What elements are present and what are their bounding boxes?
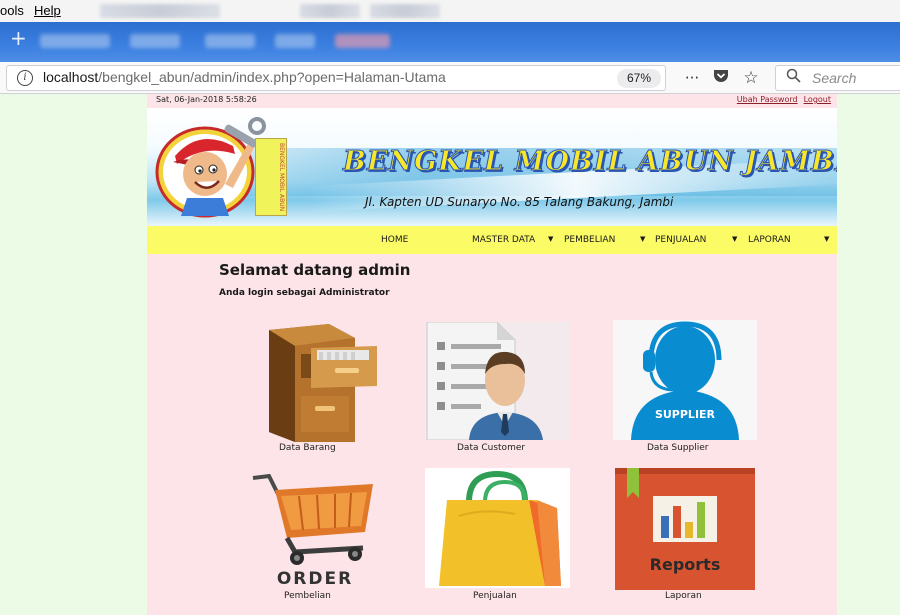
blurred-tab-active[interactable] [335,34,390,48]
tile-label-data-barang[interactable]: Data Barang [279,443,336,453]
navigation-toolbar: i localhost/bengkel_abun/admin/index.php… [0,62,900,94]
nav-pembelian[interactable]: PEMBELIAN [564,235,615,245]
header-banner: BENGKEL MOBIL ABUN BENGKEL MOBIL ABUN JA… [147,108,837,226]
tile-laporan[interactable]: Reports [613,468,757,590]
supplier-headset-icon: SUPPLIER [631,321,739,440]
site-address: Jl. Kapten UD Sunaryo No. 85 Talang Baku… [365,195,674,209]
tile-data-supplier[interactable]: SUPPLIER [613,320,757,440]
tile-label-penjualan[interactable]: Penjualan [473,591,517,601]
tile-pembelian[interactable]: ORDER [239,466,384,590]
chevron-down-icon[interactable]: ▼ [640,235,645,243]
tile-label-pembelian[interactable]: Pembelian [284,591,331,601]
tile-label-data-supplier[interactable]: Data Supplier [647,443,708,453]
url-path: /bengkel_abun/admin/index.php?open=Halam… [98,69,446,85]
main-nav: HOME MASTER DATA ▼ PEMBELIAN ▼ PENJUALAN… [147,226,837,254]
zoom-level-badge[interactable]: 67% [617,69,661,88]
shopping-cart-icon: ORDER [252,473,373,589]
blurred-window-title [100,4,220,18]
top-info-bar: Sat, 06-Jan-2018 5:58:26 Ubah Password Lo… [147,94,837,108]
reports-caption: Reports [650,555,721,574]
tile-label-laporan[interactable]: Laporan [665,591,702,601]
url-host: localhost [43,69,99,85]
tile-penjualan[interactable] [425,468,570,588]
reports-book-icon: Reports [615,468,755,590]
chevron-down-icon[interactable]: ▼ [732,235,737,243]
search-icon [786,68,801,87]
search-placeholder: Search [812,70,857,86]
search-input[interactable]: Search [775,65,900,91]
more-icon[interactable]: ··· [681,68,703,88]
pocket-icon[interactable] [710,68,732,88]
blurred-tab[interactable] [275,34,315,48]
nav-home[interactable]: HOME [381,235,408,245]
blurred-tab[interactable] [130,34,180,48]
nav-master-data[interactable]: MASTER DATA [472,235,535,245]
site-title: BENGKEL MOBIL ABUN JAMBI [342,146,837,178]
logo-signboard: BENGKEL MOBIL ABUN [255,138,287,216]
blurred-window-title [300,4,360,18]
shopping-bag-icon [439,470,561,586]
role-text: Anda login sebagai Administrator [219,288,390,298]
account-links: Ubah Password Logout [731,95,831,104]
url-text[interactable]: localhost/bengkel_abun/admin/index.php?o… [43,69,446,85]
menu-item-tools[interactable]: ools [0,3,24,18]
info-icon[interactable]: i [17,70,33,86]
change-password-link[interactable]: Ubah Password [737,95,798,104]
logout-link[interactable]: Logout [804,95,831,104]
bookmark-star-icon[interactable]: ☆ [740,68,762,88]
welcome-heading: Selamat datang admin [219,261,411,279]
blurred-window-title [370,4,440,18]
order-caption: ORDER [277,569,353,589]
blurred-tab[interactable] [205,34,255,48]
blurred-tab[interactable] [40,34,110,48]
filing-cabinet-icon [269,324,377,442]
chevron-down-icon[interactable]: ▼ [824,235,829,243]
tile-data-customer[interactable] [425,321,570,441]
tile-label-data-customer[interactable]: Data Customer [457,443,525,453]
nav-laporan[interactable]: LAPORAN [748,235,791,245]
tile-data-barang[interactable] [237,320,387,444]
menu-item-help[interactable]: Help [34,3,61,18]
customer-document-icon [426,321,543,441]
supplier-caption: SUPPLIER [655,408,716,421]
chevron-down-icon[interactable]: ▼ [548,235,553,243]
new-tab-icon[interactable]: + [10,26,27,50]
nav-penjualan[interactable]: PENJUALAN [655,235,706,245]
tab-strip: + [0,22,900,62]
current-datetime: Sat, 06-Jan-2018 5:58:26 [156,95,257,104]
menu-bar: ools Help [0,0,900,22]
address-bar[interactable]: i localhost/bengkel_abun/admin/index.php… [6,65,666,91]
page-container: Sat, 06-Jan-2018 5:58:26 Ubah Password Lo… [147,94,837,615]
page-viewport: Sat, 06-Jan-2018 5:58:26 Ubah Password Lo… [0,94,900,615]
